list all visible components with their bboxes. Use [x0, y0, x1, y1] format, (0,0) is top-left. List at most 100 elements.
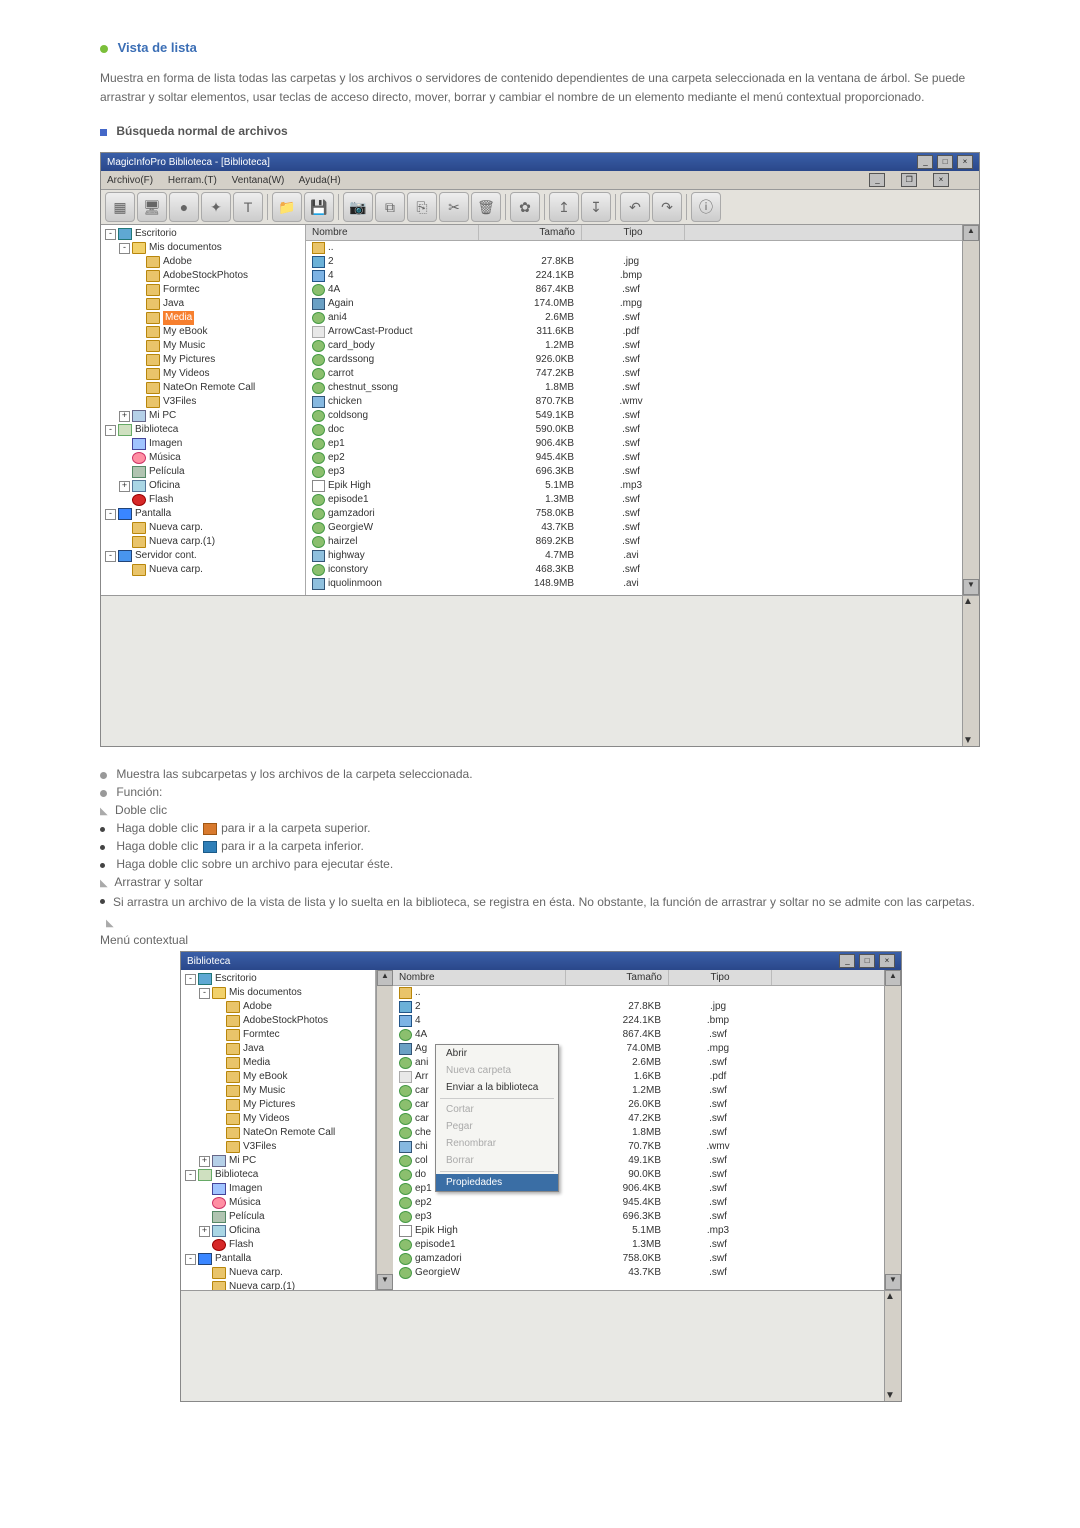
mdi-minimize-button[interactable]: _ — [869, 173, 885, 187]
toolbar-btn-6[interactable]: 📁 — [272, 192, 302, 222]
tree-node[interactable]: AdobeStockPhotos — [183, 1014, 373, 1028]
maximize-button[interactable]: □ — [937, 155, 953, 169]
tree-node[interactable]: +Oficina — [183, 1224, 373, 1238]
toolbar-btn-5[interactable]: T — [233, 192, 263, 222]
tree-node[interactable]: Formtec — [103, 283, 303, 297]
tree-node[interactable]: NateOn Remote Call — [183, 1126, 373, 1140]
vertical-scrollbar[interactable]: ▲ ▼ — [962, 225, 979, 595]
tree-node[interactable]: V3Files — [103, 395, 303, 409]
tree-node[interactable]: My Pictures — [103, 353, 303, 367]
list-item[interactable]: gamzadori758.0KB.swf — [393, 1252, 884, 1266]
tree-node[interactable]: My eBook — [183, 1070, 373, 1084]
tree-node[interactable]: Nueva carp.(1) — [183, 1280, 373, 1290]
scroll-down-button[interactable]: ▼ — [963, 735, 979, 746]
list-item[interactable]: ep1906.4KB.swf — [306, 437, 962, 451]
col-header-nombre[interactable]: Nombre — [306, 225, 479, 240]
menu-herram[interactable]: Herram.(T) — [168, 175, 217, 186]
scroll-up-button[interactable]: ▲ — [963, 225, 979, 241]
tree-node[interactable]: Nueva carp. — [103, 521, 303, 535]
list-item[interactable]: highway4.7MB.avi — [306, 549, 962, 563]
preview-scrollbar[interactable]: ▲ ▼ — [884, 1291, 901, 1401]
scroll-down-button[interactable]: ▼ — [377, 1274, 393, 1290]
tree-node[interactable]: Adobe — [103, 255, 303, 269]
tree-node[interactable]: -Pantalla — [183, 1252, 373, 1266]
expand-toggle[interactable]: + — [199, 1156, 210, 1167]
tree-node[interactable]: Java — [103, 297, 303, 311]
expand-toggle[interactable]: + — [119, 481, 130, 492]
scroll-up-button[interactable]: ▲ — [377, 970, 393, 986]
expand-toggle[interactable]: - — [119, 243, 130, 254]
preview-scrollbar[interactable]: ▲ ▼ — [962, 596, 979, 746]
list-item[interactable]: 4A867.4KB.swf — [306, 283, 962, 297]
tree-node[interactable]: +Mi PC — [183, 1154, 373, 1168]
expand-toggle[interactable]: - — [185, 1254, 196, 1265]
expand-toggle[interactable]: - — [185, 974, 196, 985]
list-item[interactable]: chicken870.7KB.wmv — [306, 395, 962, 409]
ctx-send-library[interactable]: Enviar a la biblioteca — [436, 1079, 558, 1096]
expand-toggle[interactable]: + — [199, 1226, 210, 1237]
col-header-nombre[interactable]: Nombre — [393, 970, 566, 985]
scroll-down-button[interactable]: ▼ — [963, 579, 979, 595]
tree-node[interactable]: My eBook — [103, 325, 303, 339]
col-header-tipo[interactable]: Tipo — [669, 970, 772, 985]
list-item[interactable]: Again174.0MB.mpg — [306, 297, 962, 311]
list-item[interactable]: ep3696.3KB.swf — [393, 1210, 884, 1224]
scroll-up-button[interactable]: ▲ — [885, 1291, 901, 1302]
list-item[interactable]: cardssong926.0KB.swf — [306, 353, 962, 367]
tree-node[interactable]: Imagen — [103, 437, 303, 451]
toolbar-btn-8[interactable]: 📷 — [343, 192, 373, 222]
tree-node[interactable]: Nueva carp. — [183, 1266, 373, 1280]
list-item[interactable]: 4A867.4KB.swf — [393, 1028, 884, 1042]
tree-node[interactable]: Música — [183, 1196, 373, 1210]
list-item[interactable]: ArrowCast-Product311.6KB.pdf — [306, 325, 962, 339]
list-item[interactable]: card_body1.2MB.swf — [306, 339, 962, 353]
tree-node[interactable]: My Videos — [183, 1112, 373, 1126]
tree-node[interactable]: -Servidor cont. — [103, 549, 303, 563]
tree-node[interactable]: -Biblioteca — [183, 1168, 373, 1182]
list-item[interactable]: .. — [306, 241, 962, 255]
toolbar-btn-4[interactable]: ✦ — [201, 192, 231, 222]
toolbar-btn-10[interactable]: ⎘ — [407, 192, 437, 222]
menu-archivo[interactable]: Archivo(F) — [107, 175, 153, 186]
mdi-close-button[interactable]: × — [933, 173, 949, 187]
list-item[interactable]: gamzadori758.0KB.swf — [306, 507, 962, 521]
tree-node[interactable]: Media — [103, 311, 303, 325]
toolbar-btn-1[interactable]: ▦ — [105, 192, 135, 222]
list-item[interactable]: 227.8KB.jpg — [306, 255, 962, 269]
tree-node[interactable]: Nueva carp. — [103, 563, 303, 577]
list-item[interactable]: 4224.1KB.bmp — [393, 1014, 884, 1028]
list-item[interactable]: episode11.3MB.swf — [393, 1238, 884, 1252]
list-item[interactable]: ep3696.3KB.swf — [306, 465, 962, 479]
expand-toggle[interactable]: - — [105, 509, 116, 520]
tree-node[interactable]: Película — [183, 1210, 373, 1224]
tree-node[interactable]: Formtec — [183, 1028, 373, 1042]
scroll-up-button[interactable]: ▲ — [885, 970, 901, 986]
list-item[interactable]: Epik High5.1MB.mp3 — [306, 479, 962, 493]
tree-node[interactable]: +Oficina — [103, 479, 303, 493]
col-header-tamano[interactable]: Tamaño — [479, 225, 582, 240]
list-header[interactable]: Nombre Tamaño Tipo — [306, 225, 962, 241]
menu-ventana[interactable]: Ventana(W) — [232, 175, 285, 186]
scroll-down-button[interactable]: ▼ — [885, 1274, 901, 1290]
list-item[interactable]: iconstory468.3KB.swf — [306, 563, 962, 577]
tree-node[interactable]: -Mis documentos — [183, 986, 373, 1000]
scroll-down-button[interactable]: ▼ — [885, 1390, 901, 1401]
tree-node[interactable]: Música — [103, 451, 303, 465]
tree-node[interactable]: Adobe — [183, 1000, 373, 1014]
list-item[interactable]: ani42.6MB.swf — [306, 311, 962, 325]
list-item[interactable]: ep2945.4KB.swf — [306, 451, 962, 465]
tree-node[interactable]: My Videos — [103, 367, 303, 381]
toolbar-btn-9[interactable]: ⧉ — [375, 192, 405, 222]
expand-toggle[interactable]: - — [199, 988, 210, 999]
tree-node[interactable]: NateOn Remote Call — [103, 381, 303, 395]
maximize-button[interactable]: □ — [859, 954, 875, 968]
close-button[interactable]: × — [879, 954, 895, 968]
tree-node[interactable]: -Escritorio — [103, 227, 303, 241]
context-menu[interactable]: Abrir Nueva carpeta Enviar a la bibliote… — [435, 1044, 559, 1192]
toolbar-btn-12[interactable]: 🗑 — [471, 192, 501, 222]
minimize-button[interactable]: _ — [917, 155, 933, 169]
list-item[interactable]: doc590.0KB.swf — [306, 423, 962, 437]
list-item[interactable]: coldsong549.1KB.swf — [306, 409, 962, 423]
mdi-restore-button[interactable]: ❐ — [901, 173, 917, 187]
tree-node[interactable]: -Mis documentos — [103, 241, 303, 255]
